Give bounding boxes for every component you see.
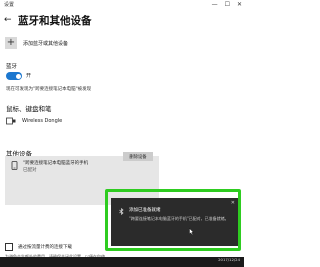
mouse-cursor-icon (189, 228, 194, 235)
mouse-keyboard-pen-heading: 鼠标、键盘和笔 (6, 105, 52, 113)
minimize-button[interactable]: — (212, 1, 218, 8)
device-name: "跨要连接笔记本电脑蓝牙的手机 (23, 161, 89, 166)
notification-title: 添加已准备就绪 (129, 208, 161, 213)
metered-download-checkbox[interactable] (5, 243, 13, 251)
toggle-knob (15, 73, 21, 79)
notification-body: "跨要连接笔记本电脑蓝牙的手机"已配对，已准备就绪。 (129, 216, 229, 221)
taskbar-date[interactable]: 2017/12/24 (218, 258, 240, 262)
bluetooth-toggle[interactable] (6, 72, 22, 80)
plus-icon: + (5, 37, 17, 49)
device-ready-notification[interactable]: 添加已准备就绪 "跨要连接笔记本电脑蓝牙的手机"已配对，已准备就绪。 ✕ (111, 198, 238, 246)
wireless-dongle-item[interactable]: Wireless Dongle (6, 117, 62, 125)
wireless-dongle-icon (6, 117, 16, 125)
add-device-button[interactable]: + 添加蓝牙或其他设备 (5, 37, 68, 49)
notification-close-button[interactable]: ✕ (231, 200, 235, 206)
bluetooth-heading: 蓝牙 (6, 64, 18, 70)
device-status: 已配对 (23, 168, 37, 173)
close-button[interactable]: ✕ (237, 1, 242, 8)
maximize-button[interactable]: ☐ (225, 1, 230, 8)
window-title: 设置 (4, 2, 15, 8)
phone-icon (11, 161, 18, 170)
bluetooth-icon (119, 208, 124, 215)
wireless-dongle-label: Wireless Dongle (22, 118, 63, 124)
metered-download-row[interactable]: 通过按流量计费的连接下载 (5, 243, 72, 251)
page-title: 蓝牙和其他设备 (18, 15, 92, 27)
discoverable-text: 现在可发现为"跨要连接笔记本电脑"被发现 (6, 87, 92, 92)
back-arrow-icon[interactable]: ← (4, 15, 12, 25)
window-controls: — ☐ ✕ (212, 1, 242, 8)
remove-device-button[interactable]: 删除设备 (123, 152, 153, 161)
bluetooth-toggle-state: 开 (26, 73, 32, 79)
taskbar: 2017/12/24 (0, 257, 244, 267)
add-device-label: 添加蓝牙或其他设备 (23, 40, 69, 47)
window-titlebar: 设置 — ☐ ✕ (0, 0, 244, 12)
metered-download-label: 通过按流量计费的连接下载 (18, 245, 72, 250)
